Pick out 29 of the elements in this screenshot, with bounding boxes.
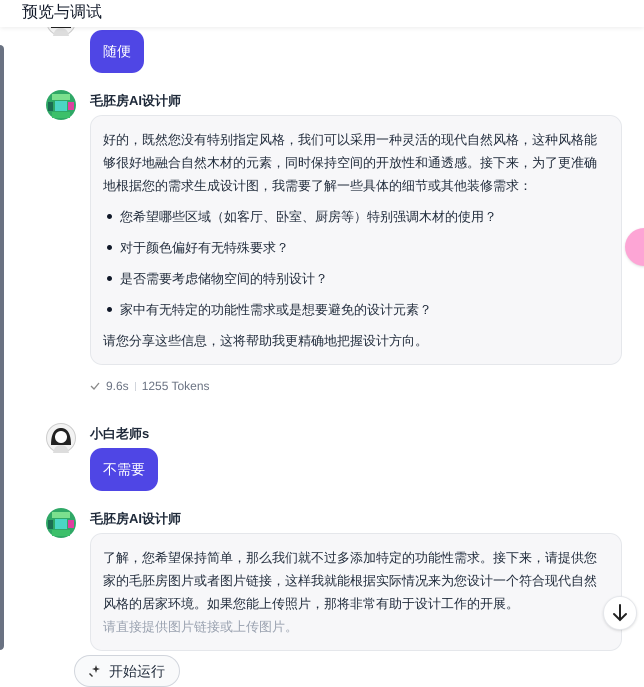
message-paragraph: 好的，既然您没有特别指定风格，我们可以采用一种灵活的现代自然风格，这种风格能够很好地融合自然木材的元素，同时保持空间的开放性和通透感。接下来，为了更准确地根据您的需求生成设计图，我需要了解一些具体的细节或其他装修需求： xyxy=(103,131,598,195)
bullet-text: 家中有无特定的功能性需求或是想要避免的设计元素？ xyxy=(120,301,432,319)
bullet-icon xyxy=(107,214,112,219)
check-icon xyxy=(90,382,100,390)
message-paragraph: 请直接提供图片链接或上传图片。 xyxy=(103,618,299,636)
sender-name: 毛胚房AI设计师 xyxy=(90,510,182,528)
sparkle-icon xyxy=(89,665,101,677)
user-message-bubble: 随便 xyxy=(90,30,144,73)
token-count: 1255 Tokens xyxy=(142,378,210,395)
message-paragraph: 了解，您希望保持简单，那么我们就不过多添加特定的功能性需求。接下来，请提供您家的毛胚房图片或者图片链接，这样我就能根据实际情况来为您设计一个符合现代自然风格的居家环境。如果您能上传照片，那将非常有助于设计工作的开展。 xyxy=(103,549,598,613)
avatar xyxy=(46,90,76,120)
bullet-icon xyxy=(107,245,112,250)
run-button[interactable]: 开始运行 xyxy=(74,655,180,687)
message-paragraph: 请您分享这些信息，这将帮助我更精确地把握设计方向。 xyxy=(103,332,429,350)
bullet-text: 对于颜色偏好有无特殊要求？ xyxy=(120,239,289,257)
bullet-text: 您希望哪些区域（如客厅、卧室、厨房等）特别强调木材的使用？ xyxy=(120,208,497,226)
bullet-icon xyxy=(107,276,112,281)
user-message-bubble: 不需要 xyxy=(90,448,158,491)
scrollbar[interactable] xyxy=(0,45,4,650)
response-time: 9.6s xyxy=(106,378,129,395)
scroll-down-button[interactable] xyxy=(603,596,637,630)
page-title: 预览与调试 xyxy=(22,3,102,23)
bullet-text: 是否需要考虑储物空间的特别设计？ xyxy=(120,270,328,288)
avatar xyxy=(46,508,76,538)
bullet-icon xyxy=(107,307,112,312)
avatar xyxy=(46,423,76,453)
sender-name: 小白老师s xyxy=(90,425,150,443)
sender-name: 毛胚房AI设计师 xyxy=(90,92,182,110)
arrow-down-icon xyxy=(612,604,628,622)
